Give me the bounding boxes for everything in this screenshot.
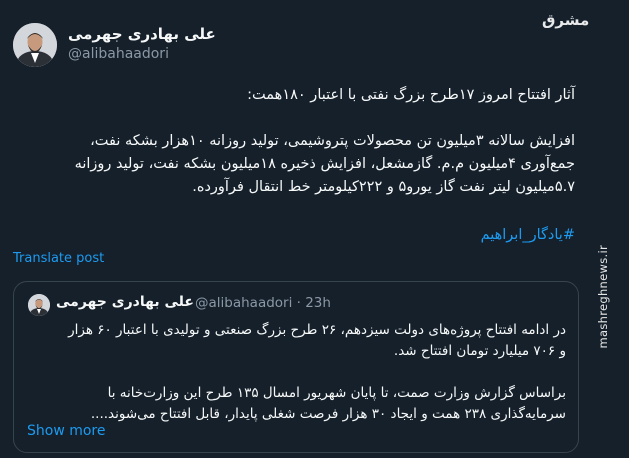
quoted-line: در ادامه افتتاح پروژه‌های دولت سیزدهم، ۲… bbox=[68, 322, 566, 338]
quoted-post-card[interactable]: علی بهادری جهرمی @alibahaadori · 23h در … bbox=[13, 281, 579, 453]
author-name[interactable]: علی بهادری جهرمی bbox=[68, 25, 216, 43]
quoted-author-handle: @alibahaadori · 23h bbox=[195, 295, 331, 311]
show-more-link[interactable]: Show more bbox=[27, 423, 106, 439]
hashtag-link[interactable]: #یادگار_ابراهیم bbox=[481, 227, 575, 243]
quoted-line: براساس گزارش وزارت صمت، تا پایان شهریور … bbox=[107, 385, 566, 401]
quoted-author-avatar bbox=[28, 294, 50, 316]
quoted-line: و ۷۰۶ میلیارد تومان افتتاح شد. bbox=[393, 343, 566, 359]
tweet-line: جمع‌آوری ۴میلیون م.م. گازمشعل، افزایش ذخ… bbox=[74, 156, 575, 172]
tweet-line: آثار افتتاح امروز ۱۷طرح بزرگ نفتی با اعت… bbox=[247, 87, 575, 103]
watermark-url: mashreghnews.ir bbox=[596, 245, 610, 349]
translate-post-link[interactable]: Translate post bbox=[13, 251, 104, 266]
author-handle[interactable]: @alibahaadori bbox=[68, 46, 169, 62]
watermark-logo: مشرق bbox=[542, 11, 590, 29]
quoted-text: در ادامه افتتاح پروژه‌های دولت سیزدهم، ۲… bbox=[26, 320, 566, 425]
tweet-line: افزایش سالانه ۳میلیون تن محصولات پتروشیم… bbox=[90, 133, 575, 149]
tweet-text: آثار افتتاح امروز ۱۷طرح بزرگ نفتی با اعت… bbox=[15, 84, 575, 199]
quoted-line: سرمایه‌گذاری ۲۳۸ همت و ایجاد ۳۰ هزار فرص… bbox=[90, 406, 566, 422]
author-avatar[interactable] bbox=[13, 23, 57, 67]
tweet-line: ۵.۷میلیون لیتر نفت گاز یورو۵ و ۲۲۲کیلومت… bbox=[192, 179, 575, 195]
quoted-author-name: علی بهادری جهرمی bbox=[56, 294, 194, 310]
